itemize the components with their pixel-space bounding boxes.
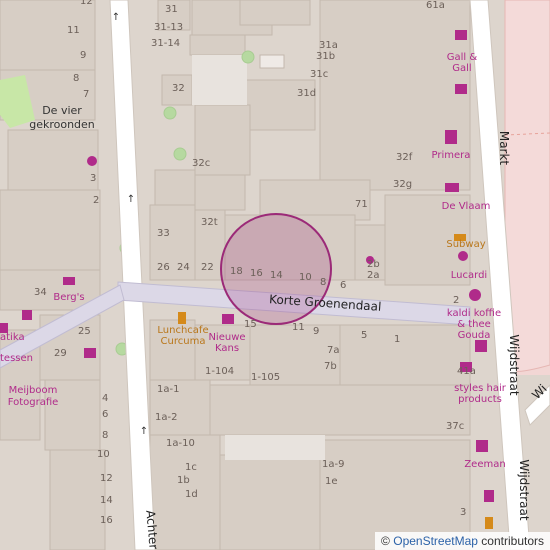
poi-nieuwe-kans-2: Kans [215,343,239,354]
poi-nieuwe-kans-1: Nieuwe [208,332,245,343]
svg-text:1e: 1e [325,476,338,487]
svg-text:↑: ↑ [127,194,135,205]
map-canvas[interactable]: Korte Groenendaal Markt Wijdstraat Wijds… [0,0,550,550]
svg-text:3: 3 [90,173,96,184]
svg-text:33: 33 [157,228,170,239]
poi-kaldi-2: & thee [457,319,491,330]
svg-text:32c: 32c [192,158,210,169]
svg-text:41a: 41a [457,366,476,377]
svg-text:7: 7 [83,89,89,100]
svg-text:31-13: 31-13 [154,22,183,33]
svg-text:32: 32 [172,83,185,94]
svg-text:1a-1: 1a-1 [157,384,179,395]
street-wijdstraat-1: Wijdstraat [507,334,521,395]
svg-text:1a-9: 1a-9 [322,459,344,470]
svg-text:4: 4 [102,393,108,404]
poi-lucardi: Lucardi [451,270,487,281]
svg-text:2: 2 [93,195,99,206]
poi-meijboom-2: Fotografie [8,397,59,408]
svg-text:↑: ↑ [140,426,148,437]
svg-text:29: 29 [54,348,67,359]
svg-text:1b: 1b [177,475,190,486]
svg-text:32f: 32f [396,152,413,163]
svg-text:↑: ↑ [112,12,120,23]
poi-lunchcafe-2: Curcuma [161,336,206,347]
svg-text:26: 26 [157,262,170,273]
neighborhood-label-1: De vier [42,104,82,117]
svg-text:6: 6 [340,280,346,291]
svg-text:31c: 31c [310,69,328,80]
svg-text:15: 15 [244,319,257,330]
svg-text:32g: 32g [393,179,412,190]
svg-text:1: 1 [394,334,400,345]
svg-text:2b: 2b [367,259,380,270]
poi-meijboom-1: Meijboom [9,385,58,396]
attribution-suffix: contributors [481,534,544,548]
svg-text:18: 18 [230,266,243,277]
svg-text:9: 9 [313,326,319,337]
copyright-symbol: © [381,534,390,548]
svg-text:31b: 31b [316,51,335,62]
poi-gall: Gall & [447,52,478,63]
svg-text:7b: 7b [324,361,337,372]
svg-text:1d: 1d [185,489,198,500]
svg-text:61a: 61a [426,0,445,11]
poi-kaldi-3: Gouda [458,330,491,341]
poi-subway: Subway [446,239,485,250]
svg-text:24: 24 [177,262,190,273]
poi-atika-1: atika [0,332,25,343]
svg-text:1a-2: 1a-2 [155,412,177,423]
svg-text:16: 16 [100,515,113,526]
svg-text:8: 8 [320,277,326,288]
poi-gall-2: Gall [452,63,471,74]
neighborhood-label-2: gekroonden [29,118,95,131]
svg-text:12: 12 [80,0,93,7]
svg-text:11: 11 [292,322,305,333]
svg-text:10: 10 [299,272,312,283]
svg-text:10: 10 [97,449,110,460]
poi-styles-1: styles hair [454,383,507,394]
svg-text:25: 25 [78,326,91,337]
poi-lunchcafe-1: Lunchcafe [157,325,208,336]
svg-text:9: 9 [80,50,86,61]
svg-text:1c: 1c [185,462,197,473]
attribution: © OpenStreetMap contributors [375,532,550,550]
svg-text:8: 8 [73,73,79,84]
svg-text:71: 71 [355,199,368,210]
poi-zeeman: Zeeman [464,459,505,470]
svg-text:1-104: 1-104 [205,366,234,377]
svg-text:2: 2 [453,295,459,306]
poi-de-vlaam: De Vlaam [442,201,491,212]
poi-atika-2: tessen [0,353,33,364]
svg-text:14: 14 [270,270,283,281]
svg-text:37c: 37c [446,421,464,432]
poi-kaldi-1: kaldi koffie [447,308,501,319]
svg-text:1-105: 1-105 [251,372,280,383]
svg-text:14: 14 [100,495,113,506]
svg-text:8: 8 [102,430,108,441]
svg-text:22: 22 [201,262,214,273]
poi-bergs: Berg's [53,292,84,303]
svg-text:12: 12 [100,473,113,484]
poi-primera: Primera [432,150,471,161]
osm-link[interactable]: OpenStreetMap [393,534,478,548]
svg-text:32t: 32t [201,217,218,228]
svg-text:11: 11 [67,25,80,36]
street-wijdstraat-2: Wijdstraat [517,459,531,520]
svg-text:31a: 31a [319,40,338,51]
svg-text:2a: 2a [367,270,380,281]
svg-text:6: 6 [102,409,108,420]
svg-text:31-14: 31-14 [151,38,180,49]
svg-text:31: 31 [165,4,178,15]
svg-text:16: 16 [250,268,263,279]
svg-text:34: 34 [34,287,47,298]
poi-styles-2: products [458,394,502,405]
svg-text:31d: 31d [297,88,316,99]
svg-text:5: 5 [361,330,367,341]
svg-text:7a: 7a [327,345,340,356]
svg-text:3: 3 [460,507,466,518]
street-markt: Markt [497,131,511,166]
svg-text:1a-10: 1a-10 [166,438,195,449]
